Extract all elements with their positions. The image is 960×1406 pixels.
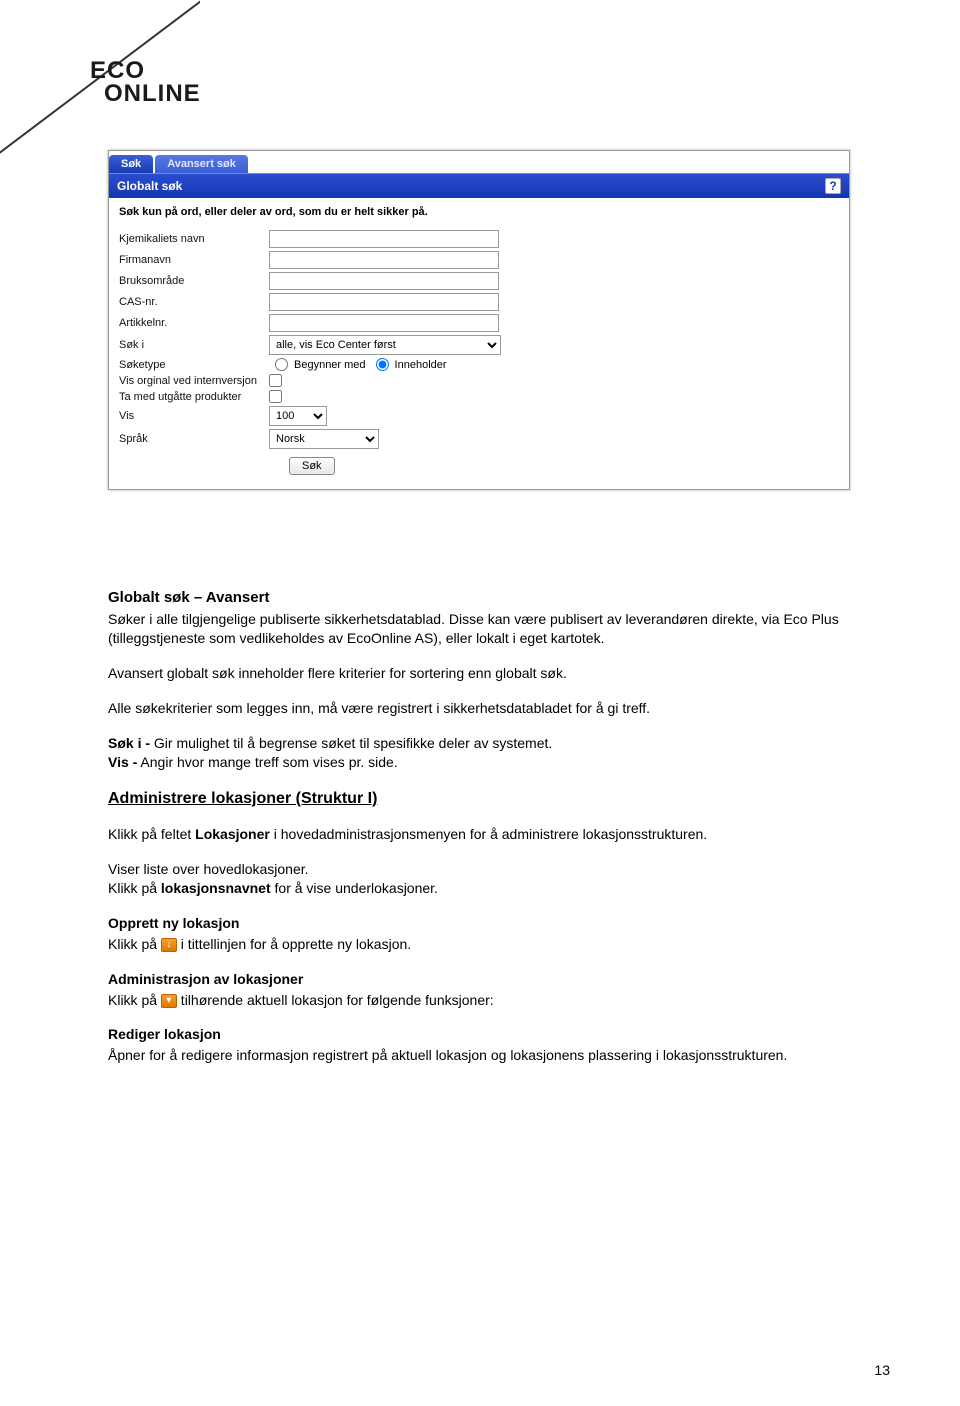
- label-kjemikaliets-navn: Kjemikaliets navn: [119, 233, 269, 245]
- input-artikkelnr[interactable]: [269, 314, 499, 332]
- paragraph-10: Åpner for å redigere informasjon registr…: [108, 1046, 878, 1065]
- label-artikkelnr: Artikkelnr.: [119, 317, 269, 329]
- text-p8b: i tittellinjen for å opprette ny lokasjo…: [177, 936, 411, 952]
- tab-search[interactable]: Søk: [109, 155, 153, 173]
- paragraph-4: Søk i - Gir mulighet til å begrense søke…: [108, 734, 878, 772]
- instruction-text: Søk kun på ord, eller deler av ord, som …: [119, 206, 839, 218]
- text-p4a: Gir mulighet til å begrense søket til sp…: [150, 735, 552, 751]
- logo-line2: ONLINE: [104, 83, 201, 106]
- page-number: 13: [874, 1362, 890, 1378]
- radio-inneholder[interactable]: [376, 358, 389, 371]
- input-firmanavn[interactable]: [269, 251, 499, 269]
- checkbox-vis-original[interactable]: [269, 374, 282, 387]
- paragraph-3: Alle søkekriterier som legges inn, må væ…: [108, 699, 878, 718]
- radio-begynner-med[interactable]: [275, 358, 288, 371]
- help-icon[interactable]: ?: [825, 178, 841, 194]
- tab-advanced-search[interactable]: Avansert søk: [155, 155, 248, 173]
- text-p5a: Klikk på feltet: [108, 826, 195, 842]
- label-bruksomrade: Bruksområde: [119, 275, 269, 287]
- logo: ECO ONLINE: [90, 60, 201, 106]
- paragraph-8: Klikk på ↓ i tittellinjen for å opprette…: [108, 935, 878, 954]
- bold-lokasjonsnavnet: lokasjonsnavnet: [161, 880, 271, 896]
- radio-group-soketype: Begynner med Inneholder: [269, 358, 447, 371]
- heading-globalt-sok: Globalt søk – Avansert: [108, 588, 878, 608]
- subheading-rediger: Rediger lokasjon: [108, 1025, 878, 1044]
- subheading-administrasjon: Administrasjon av lokasjoner: [108, 970, 878, 989]
- text-p6: Viser liste over hovedlokasjoner.: [108, 861, 309, 877]
- text-p7a: Klikk på: [108, 880, 161, 896]
- tools-icon: ▾: [161, 994, 177, 1008]
- text-p9b: tilhørende aktuell lokasjon for følgende…: [177, 992, 494, 1008]
- panel-title: Globalt søk: [117, 179, 182, 193]
- paragraph-5: Klikk på feltet Lokasjoner i hovedadmini…: [108, 825, 878, 844]
- panel-header: Globalt søk ?: [109, 173, 849, 198]
- label-vis: Vis: [119, 410, 269, 422]
- bold-vis: Vis -: [108, 754, 137, 770]
- label-firmanavn: Firmanavn: [119, 254, 269, 266]
- form-area: Søk kun på ord, eller deler av ord, som …: [109, 198, 849, 489]
- arrow-down-icon: ↓: [161, 938, 177, 952]
- select-sok-i[interactable]: alle, vis Eco Center først: [269, 335, 501, 355]
- label-sok-i: Søk i: [119, 339, 269, 351]
- tab-row: Søk Avansert søk: [109, 151, 849, 173]
- input-kjemikaliets-navn[interactable]: [269, 230, 499, 248]
- paragraph-9: Klikk på ▾ tilhørende aktuell lokasjon f…: [108, 991, 878, 1010]
- screenshot-panel: Søk Avansert søk Globalt søk ? Søk kun p…: [108, 150, 850, 490]
- text-p8a: Klikk på: [108, 936, 161, 952]
- bold-sok-i: Søk i -: [108, 735, 150, 751]
- label-soketype: Søketype: [119, 359, 269, 371]
- subheading-opprett-ny: Opprett ny lokasjon: [108, 914, 878, 933]
- paragraph-2: Avansert globalt søk inneholder flere kr…: [108, 664, 878, 683]
- label-vis-original: Vis orginal ved internversjon: [119, 375, 269, 387]
- label-ta-med: Ta med utgåtte produkter: [119, 391, 269, 403]
- label-cas-nr: CAS-nr.: [119, 296, 269, 308]
- search-button[interactable]: Søk: [289, 457, 335, 475]
- input-cas-nr[interactable]: [269, 293, 499, 311]
- radio-label-inneholder: Inneholder: [395, 359, 447, 371]
- bold-lokasjoner: Lokasjoner: [195, 826, 270, 842]
- heading-administrere-lokasjoner: Administrere lokasjoner (Struktur I): [108, 788, 878, 810]
- text-p4b: Angir hvor mange treff som vises pr. sid…: [137, 754, 397, 770]
- radio-label-begynner-med: Begynner med: [294, 359, 366, 371]
- text-p9a: Klikk på: [108, 992, 161, 1008]
- checkbox-ta-med[interactable]: [269, 390, 282, 403]
- select-sprak[interactable]: Norsk: [269, 429, 379, 449]
- label-sprak: Språk: [119, 433, 269, 445]
- paragraph-1: Søker i alle tilgjengelige publiserte si…: [108, 610, 878, 648]
- select-vis[interactable]: 100: [269, 406, 327, 426]
- text-p7b: for å vise underlokasjoner.: [271, 880, 438, 896]
- paragraph-6-7: Viser liste over hovedlokasjoner. Klikk …: [108, 860, 878, 898]
- input-bruksomrade[interactable]: [269, 272, 499, 290]
- document-content: Globalt søk – Avansert Søker i alle tilg…: [108, 588, 878, 1065]
- text-p5b: i hovedadministrasjonsmenyen for å admin…: [270, 826, 707, 842]
